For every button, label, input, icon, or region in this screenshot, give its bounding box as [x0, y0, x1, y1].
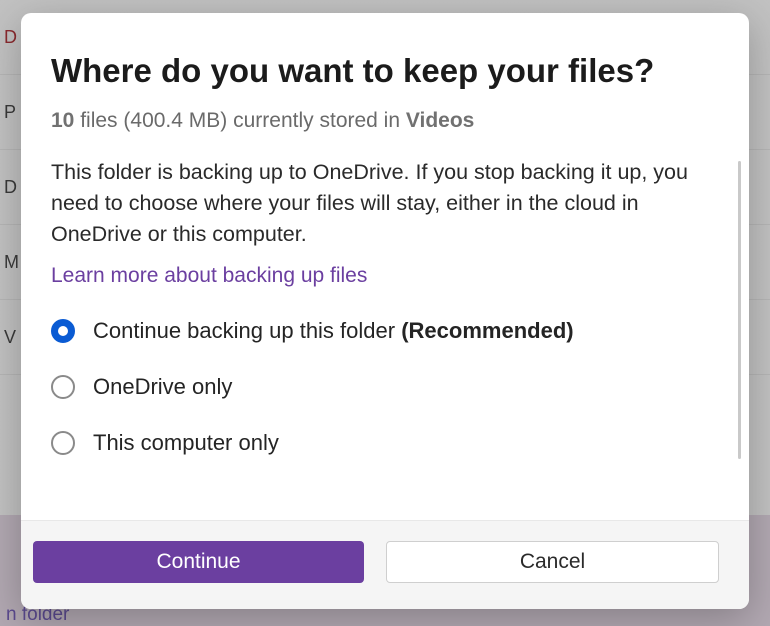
dialog-body: Where do you want to keep your files? 10…: [21, 13, 749, 520]
dialog-title: Where do you want to keep your files?: [51, 51, 719, 91]
file-count-subtitle: 10 files (400.4 MB) currently stored in …: [51, 109, 719, 133]
radio-icon: [51, 431, 75, 455]
option-this-computer-only[interactable]: This computer only: [51, 430, 719, 456]
keep-files-dialog: Where do you want to keep your files? 10…: [21, 13, 749, 609]
radio-icon: [51, 319, 75, 343]
option-onedrive-only[interactable]: OneDrive only: [51, 374, 719, 400]
file-size: (400.4 MB): [123, 109, 227, 132]
scrollbar[interactable]: [738, 161, 741, 459]
continue-button[interactable]: Continue: [33, 541, 364, 583]
recommended-badge: (Recommended): [401, 318, 573, 343]
radio-icon: [51, 375, 75, 399]
options-group: Continue backing up this folder (Recomme…: [51, 318, 719, 456]
file-count: 10: [51, 109, 74, 132]
option-continue-backup[interactable]: Continue backing up this folder (Recomme…: [51, 318, 719, 344]
dialog-description: This folder is backing up to OneDrive. I…: [51, 157, 719, 251]
learn-more-link[interactable]: Learn more about backing up files: [51, 264, 367, 288]
stored-in-text: currently stored in: [233, 109, 400, 132]
cancel-button[interactable]: Cancel: [386, 541, 719, 583]
option-label: Continue backing up this folder (Recomme…: [93, 318, 574, 344]
dialog-footer: Continue Cancel: [21, 520, 749, 609]
folder-name: Videos: [406, 109, 474, 132]
option-label: This computer only: [93, 430, 279, 456]
files-word: files: [80, 109, 117, 132]
option-label: OneDrive only: [93, 374, 232, 400]
